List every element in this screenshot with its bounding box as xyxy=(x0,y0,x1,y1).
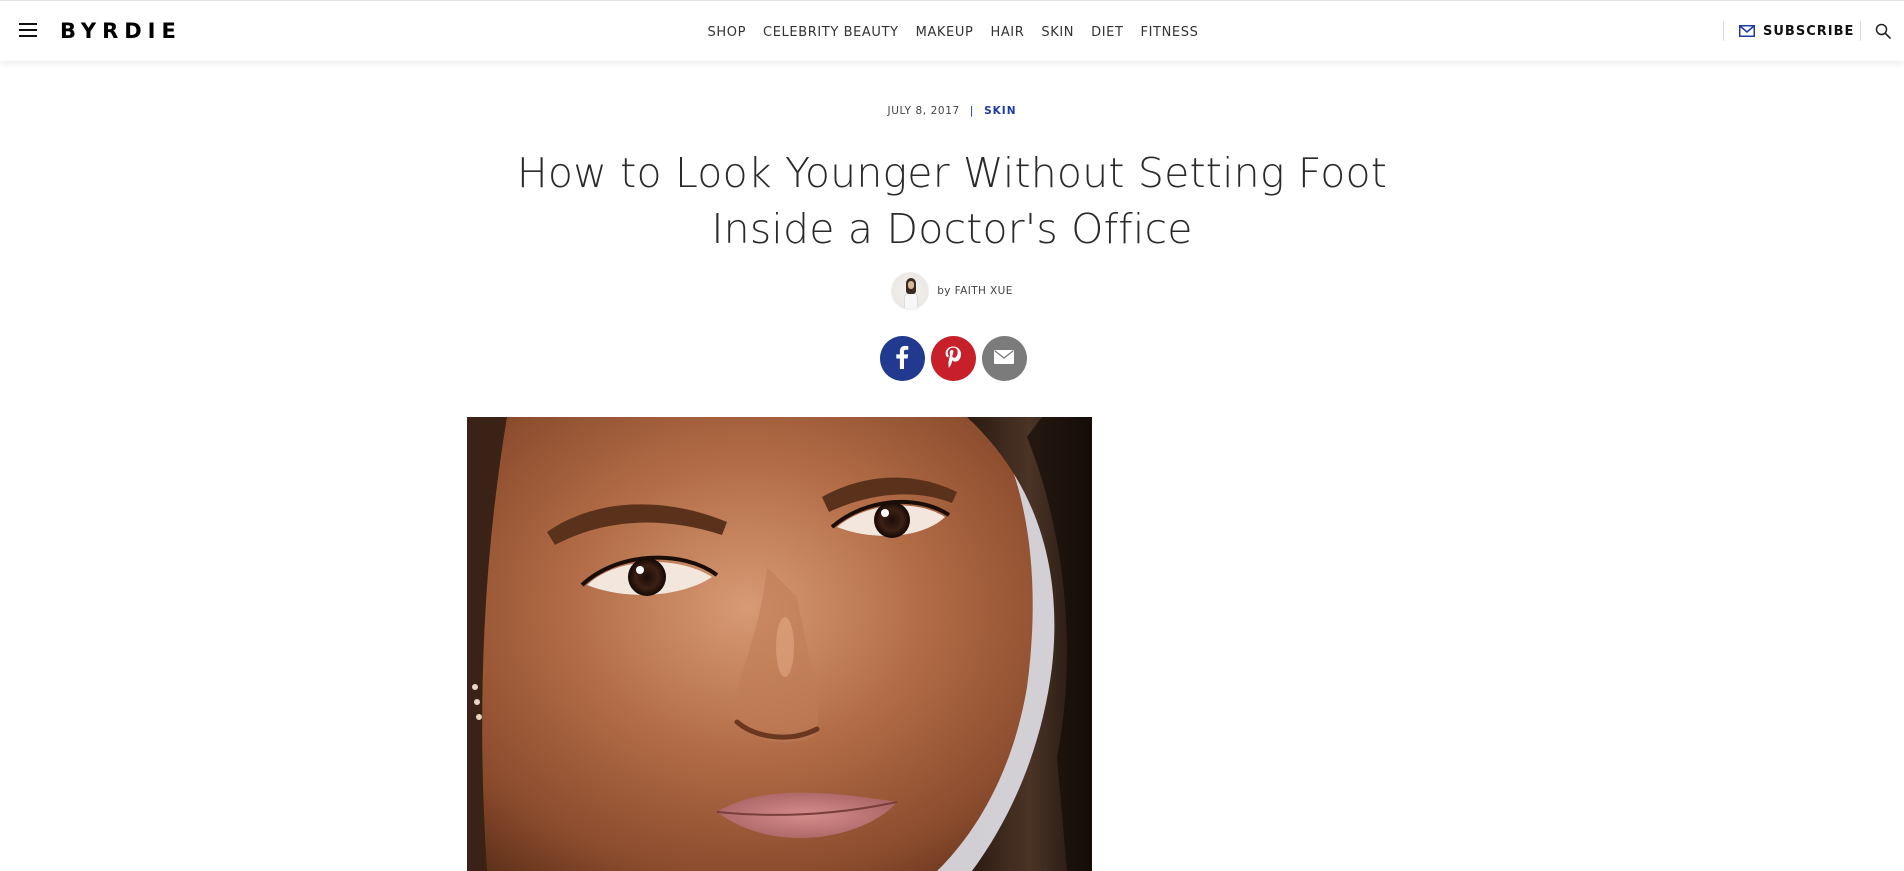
byline: by FAITH XUE xyxy=(0,272,1904,310)
author-name-link[interactable]: FAITH XUE xyxy=(955,285,1013,297)
hamburger-menu-icon[interactable] xyxy=(19,23,37,37)
nav-item-diet[interactable]: DIET xyxy=(1091,25,1123,40)
share-bar xyxy=(0,336,1904,381)
hero-image xyxy=(467,417,1092,871)
subscribe-button[interactable]: SUBSCRIBE xyxy=(1739,21,1854,41)
author-avatar[interactable] xyxy=(891,272,930,310)
header-divider xyxy=(1723,21,1724,41)
meta-separator: | xyxy=(969,104,975,117)
byline-text: by FAITH XUE xyxy=(937,285,1013,297)
nav-item-skin[interactable]: SKIN xyxy=(1041,25,1074,40)
publish-date: JULY 8, 2017 xyxy=(887,104,960,117)
article-meta: JULY 8, 2017 | SKIN xyxy=(0,104,1904,117)
nav-item-hair[interactable]: HAIR xyxy=(990,25,1024,40)
pinterest-share-button[interactable] xyxy=(930,336,976,381)
main-nav: SHOP CELEBRITY BEAUTY MAKEUP HAIR SKIN D… xyxy=(0,1,1904,62)
nav-item-makeup[interactable]: MAKEUP xyxy=(916,25,974,40)
category-link[interactable]: SKIN xyxy=(984,105,1016,117)
nav-item-shop[interactable]: SHOP xyxy=(708,25,747,40)
facebook-share-button[interactable] xyxy=(879,336,925,381)
facebook-icon xyxy=(895,345,909,373)
pinterest-icon xyxy=(945,346,961,372)
envelope-icon xyxy=(1739,22,1755,41)
site-logo[interactable]: BYRDIE xyxy=(60,17,182,45)
byline-prefix: by xyxy=(937,285,951,297)
header-divider xyxy=(1860,21,1861,41)
article-title: How to Look Younger Without Setting Foot… xyxy=(516,149,1388,253)
subscribe-label: SUBSCRIBE xyxy=(1763,23,1855,39)
nav-item-fitness[interactable]: FITNESS xyxy=(1141,25,1199,40)
site-header: BYRDIE SHOP CELEBRITY BEAUTY MAKEUP HAIR… xyxy=(0,0,1904,61)
search-icon[interactable] xyxy=(1875,23,1891,39)
email-share-button[interactable] xyxy=(981,336,1027,381)
nav-item-celebrity-beauty[interactable]: CELEBRITY BEAUTY xyxy=(763,25,899,40)
email-icon xyxy=(994,349,1014,368)
